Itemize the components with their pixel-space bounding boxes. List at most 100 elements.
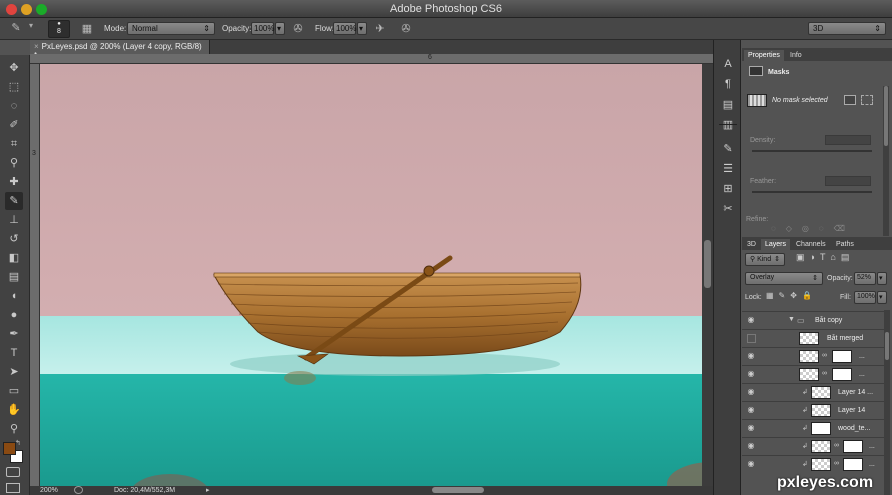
quick-mask-icon[interactable] <box>6 467 20 477</box>
layer-row[interactable]: ◉ ↲ ∞ ... <box>742 455 884 473</box>
visibility-eye-icon[interactable]: ◉ <box>745 441 757 453</box>
tab-3d[interactable]: 3D <box>743 239 760 251</box>
mask-actions-row[interactable]: ◌◇◎◌⌫ <box>742 224 884 234</box>
fill-input[interactable]: 100% <box>854 291 876 304</box>
swap-colors-icon[interactable]: ↰ <box>15 439 23 447</box>
zoom-tool-icon[interactable]: ⚲ <box>5 420 23 438</box>
eyedropper-tool-icon[interactable]: ⚲ <box>5 154 23 172</box>
layer-thumbnail <box>811 458 831 471</box>
foreground-color-swatch[interactable] <box>3 442 16 455</box>
layers-scrollbar[interactable] <box>884 310 890 495</box>
tab-channels[interactable]: Channels <box>792 239 830 251</box>
layer-row[interactable]: ◉ ↲ ∞ ... <box>742 437 884 455</box>
layer-filter-icons[interactable]: ▣◑T⌂▤ <box>796 252 886 263</box>
blur-tool-icon[interactable]: ◖ <box>5 287 23 305</box>
quick-selection-tool-icon[interactable]: ✐ <box>5 116 23 134</box>
density-input[interactable] <box>825 135 871 145</box>
status-info-icon[interactable] <box>74 486 83 494</box>
visibility-eye-icon[interactable]: ◉ <box>745 351 757 363</box>
density-slider[interactable] <box>752 150 872 152</box>
marquee-tool-icon[interactable]: ⬚ <box>5 78 23 96</box>
document-canvas[interactable] <box>40 64 702 486</box>
move-tool-icon[interactable]: ✥ <box>5 59 23 77</box>
path-selection-tool-icon[interactable]: ➤ <box>5 363 23 381</box>
visibility-eye-icon[interactable]: ◉ <box>745 423 757 435</box>
hand-tool-icon[interactable]: ✋ <box>5 401 23 419</box>
screen-mode-icon[interactable] <box>6 483 20 493</box>
dodge-tool-icon[interactable]: ● <box>5 306 23 324</box>
document-tab[interactable]: × PxLeyes.psd @ 200% (Layer 4 copy, RGB/8… <box>30 40 210 60</box>
lock-icons[interactable]: ▦✎✥🔒 <box>766 291 826 300</box>
horizontal-scroll-thumb[interactable] <box>432 487 484 493</box>
brush-preset-picker[interactable]: ● 8 <box>48 20 70 38</box>
lasso-tool-icon[interactable]: ◌ <box>5 97 23 115</box>
layer-row[interactable]: ◉ ∞ ... <box>742 347 884 365</box>
tab-info[interactable]: Info <box>786 50 806 62</box>
vertical-ruler: 3 <box>30 64 40 486</box>
workspace-select[interactable]: 3D ⇕ <box>808 22 886 35</box>
layer-row[interactable]: Båt merged <box>742 329 884 347</box>
opacity-dropdown[interactable]: ▾ <box>275 22 285 35</box>
pixel-mask-icon[interactable] <box>844 95 856 105</box>
feather-input[interactable] <box>825 176 871 186</box>
pressure-size-icon[interactable]: ✇ <box>398 22 414 36</box>
flow-input[interactable]: 100% <box>333 22 356 35</box>
visibility-eye-icon[interactable]: ◉ <box>745 459 757 471</box>
layer-row[interactable]: ◉ ↲ Layer 14 <box>742 401 884 419</box>
feather-slider[interactable] <box>752 191 872 193</box>
zoom-level[interactable]: 200% <box>40 487 58 494</box>
vertical-scroll-thumb[interactable] <box>704 240 711 288</box>
brush-panel-icon[interactable]: ✂ <box>719 202 737 218</box>
visibility-eye-icon[interactable]: ◉ <box>745 405 757 417</box>
tab-properties[interactable]: Properties <box>744 50 784 62</box>
tab-paths[interactable]: Paths <box>832 239 858 251</box>
visibility-eye-icon[interactable]: ◉ <box>745 387 757 399</box>
opacity-input[interactable]: 100% <box>251 22 274 35</box>
layers-scroll-thumb[interactable] <box>885 332 889 360</box>
tab-layers[interactable]: Layers <box>761 239 791 251</box>
vector-mask-icon[interactable] <box>861 95 873 105</box>
tool-presets-icon[interactable]: ✎ <box>719 142 737 158</box>
clone-source-icon[interactable]: ⊞ <box>719 182 737 198</box>
airbrush-icon[interactable]: ✈ <box>372 22 388 36</box>
vertical-scrollbar[interactable] <box>702 64 713 486</box>
crop-tool-icon[interactable]: ⌗ <box>5 135 23 153</box>
brush-panel-toggle-icon[interactable]: ▦ <box>79 22 95 36</box>
eraser-tool-icon[interactable]: ◧ <box>5 249 23 267</box>
character-panel-icon[interactable]: A <box>719 58 737 74</box>
link-icon: ∞ <box>834 442 839 449</box>
paragraph-panel-icon[interactable]: ¶ <box>719 78 737 94</box>
layer-row[interactable]: ◉ ↲ wood_te... <box>742 419 884 437</box>
close-tab-icon[interactable]: × <box>34 42 39 51</box>
clone-stamp-tool-icon[interactable]: ⊥ <box>5 211 23 229</box>
gradient-tool-icon[interactable]: ▤ <box>5 268 23 286</box>
healing-brush-tool-icon[interactable]: ✚ <box>5 173 23 191</box>
flow-dropdown[interactable]: ▾ <box>357 22 367 35</box>
visibility-eye-icon[interactable]: ◉ <box>745 315 757 327</box>
adjustments-panel-icon[interactable]: ☰ <box>719 162 737 178</box>
status-menu-arrow-icon[interactable]: ▸ <box>206 486 210 494</box>
layer-row[interactable]: ◉ ∞ ... <box>742 365 884 383</box>
blend-mode-select[interactable]: Overlay ⇕ <box>745 272 823 285</box>
pen-tool-icon[interactable]: ✒ <box>5 325 23 343</box>
actions-panel-icon[interactable]: ▤ <box>719 98 737 114</box>
tool-preset-dropdown[interactable]: ▾ <box>29 21 37 30</box>
layer-row[interactable]: ◉ ↲ Layer 14 ... <box>742 383 884 401</box>
history-brush-tool-icon[interactable]: ↺ <box>5 230 23 248</box>
layer-opacity-dropdown[interactable]: ▾ <box>877 272 887 285</box>
layer-filter-select[interactable]: ⚲ Kind ⇕ <box>745 253 785 266</box>
layer-opacity-input[interactable]: 52% <box>854 272 876 285</box>
brush-tool-icon[interactable]: ✎ <box>8 21 24 35</box>
layer-row[interactable]: ◉ ▼ ▭ Båt copy <box>742 311 884 329</box>
visibility-off-box[interactable] <box>747 334 756 343</box>
shape-tool-icon[interactable]: ▭ <box>5 382 23 400</box>
brush-tool-active-icon[interactable]: ✎ <box>5 192 23 210</box>
pressure-opacity-icon[interactable]: ✇ <box>290 22 306 36</box>
fill-dropdown[interactable]: ▾ <box>877 291 887 304</box>
properties-scroll-thumb[interactable] <box>884 86 888 146</box>
visibility-eye-icon[interactable]: ◉ <box>745 369 757 381</box>
mode-select[interactable]: Normal ⇕ <box>127 22 215 35</box>
properties-scrollbar[interactable] <box>883 86 889 236</box>
expand-arrow-icon[interactable]: ▼ <box>788 316 795 323</box>
type-tool-icon[interactable]: T <box>5 344 23 362</box>
